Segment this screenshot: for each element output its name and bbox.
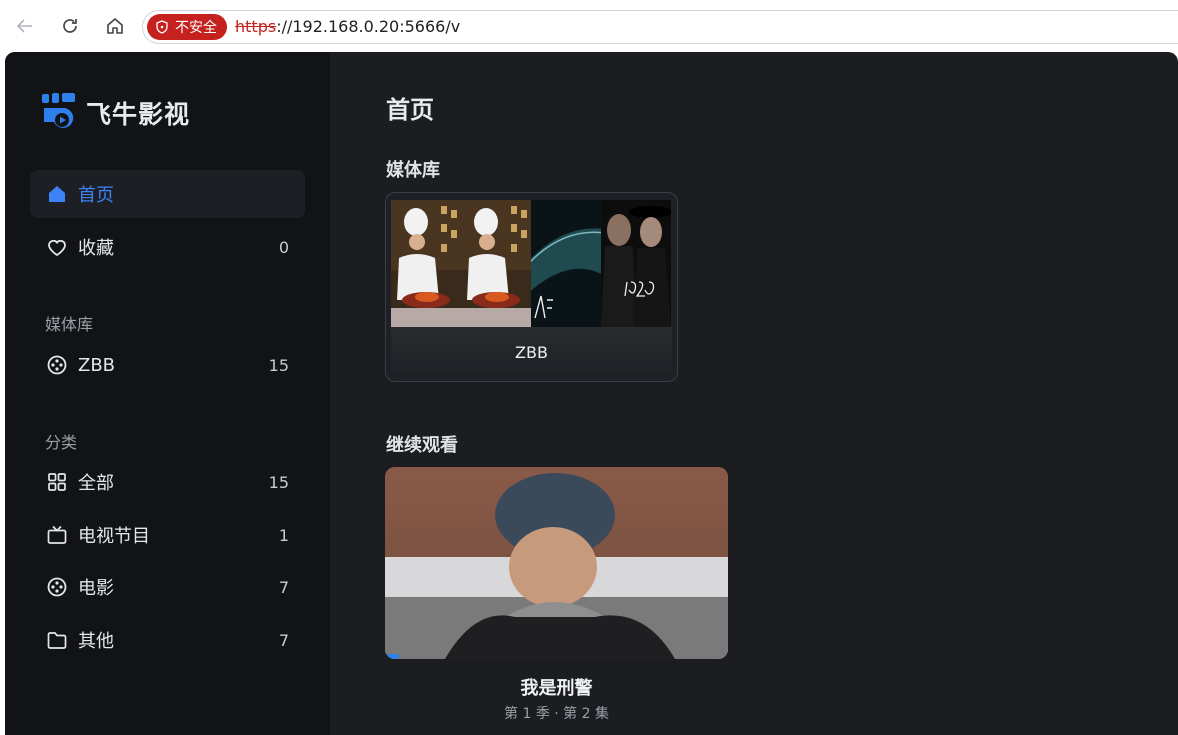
library-section-label: 媒体库 [45,315,94,334]
poster-thumbnail [391,200,461,327]
address-bar[interactable]: 不安全 https://192.168.0.20:5666/v [142,10,1178,44]
sidebar-item-home[interactable]: 首页 [30,170,305,218]
poster-thumbnail [531,200,601,327]
film-reel-icon [46,576,68,598]
arrow-left-icon [16,19,32,33]
main-content: 首页 媒体库 ZBB 继续观看 我是刑警 第 1 季 · 第 2 集 [330,52,1178,735]
sidebar-item-label: 首页 [78,185,114,206]
grid-icon [46,471,68,493]
url-rest: ://192.168.0.20:5666/v [276,17,461,36]
library-poster-collage [391,200,672,327]
film-reel-icon [46,354,68,376]
continue-watching-episode: 第 1 季 · 第 2 集 [504,706,609,722]
category-count: 7 [278,630,289,650]
sidebar-item-label: 电视节目 [78,526,150,547]
sidebar-item-favorites[interactable]: 收藏 0 [30,223,305,271]
shield-warning-icon [156,20,168,34]
library-card-zbb[interactable]: ZBB [385,192,678,382]
continue-watching-title: 我是刑警 [520,678,593,699]
security-badge[interactable]: 不安全 [147,14,227,40]
sidebar-item-label: 其他 [78,631,114,652]
sidebar-item-label: 电影 [78,578,114,599]
continue-watching-heading: 继续观看 [386,435,458,456]
page-title: 首页 [386,96,434,124]
url-scheme: https [235,17,277,36]
category-count: 15 [268,472,289,492]
sidebar-item-tv-shows[interactable]: 电视节目 1 [30,511,305,559]
library-card-name: ZBB [515,343,548,362]
favorites-count: 0 [278,237,289,257]
sidebar-item-library-zbb[interactable]: ZBB 15 [30,341,305,389]
poster-thumbnail [461,200,531,327]
sidebar-item-all[interactable]: 全部 15 [30,458,305,506]
category-section-label: 分类 [45,433,78,452]
sidebar-item-label: 全部 [78,473,114,494]
security-label: 不安全 [175,20,217,36]
sidebar-item-label: 收藏 [78,238,114,259]
back-button[interactable] [11,12,39,40]
episode-thumbnail [385,467,728,659]
watch-progress-bar [385,654,399,659]
app-logo[interactable]: 飞牛影视 [40,92,190,134]
heart-icon [46,236,68,258]
browser-toolbar: 不安全 https://192.168.0.20:5666/v [0,0,1178,52]
app-logo-icon [42,93,75,128]
continue-watching-card[interactable] [385,467,728,659]
tv-icon [46,524,68,546]
app-name: 飞牛影视 [86,100,191,129]
reload-button[interactable] [56,12,84,40]
reload-icon [63,19,77,33]
poster-thumbnail [601,200,671,327]
library-heading: 媒体库 [386,160,440,181]
sidebar-item-label: ZBB [78,354,116,376]
app-window: 飞牛影视 首页 收藏 0 媒体库 ZBB 15 分类 全部 15 电视节目 1 … [5,52,1178,735]
library-count: 15 [268,355,289,375]
category-count: 1 [278,525,289,545]
category-count: 7 [278,577,289,597]
url-text: https://192.168.0.20:5666/v [235,17,460,36]
folder-icon [46,629,68,651]
sidebar-item-other[interactable]: 其他 7 [30,616,305,664]
sidebar: 飞牛影视 首页 收藏 0 媒体库 ZBB 15 分类 全部 15 电视节目 1 … [5,52,330,735]
home-outline-icon [107,18,123,34]
home-icon [46,183,68,205]
sidebar-item-movies[interactable]: 电影 7 [30,563,305,611]
home-button[interactable] [101,12,129,40]
